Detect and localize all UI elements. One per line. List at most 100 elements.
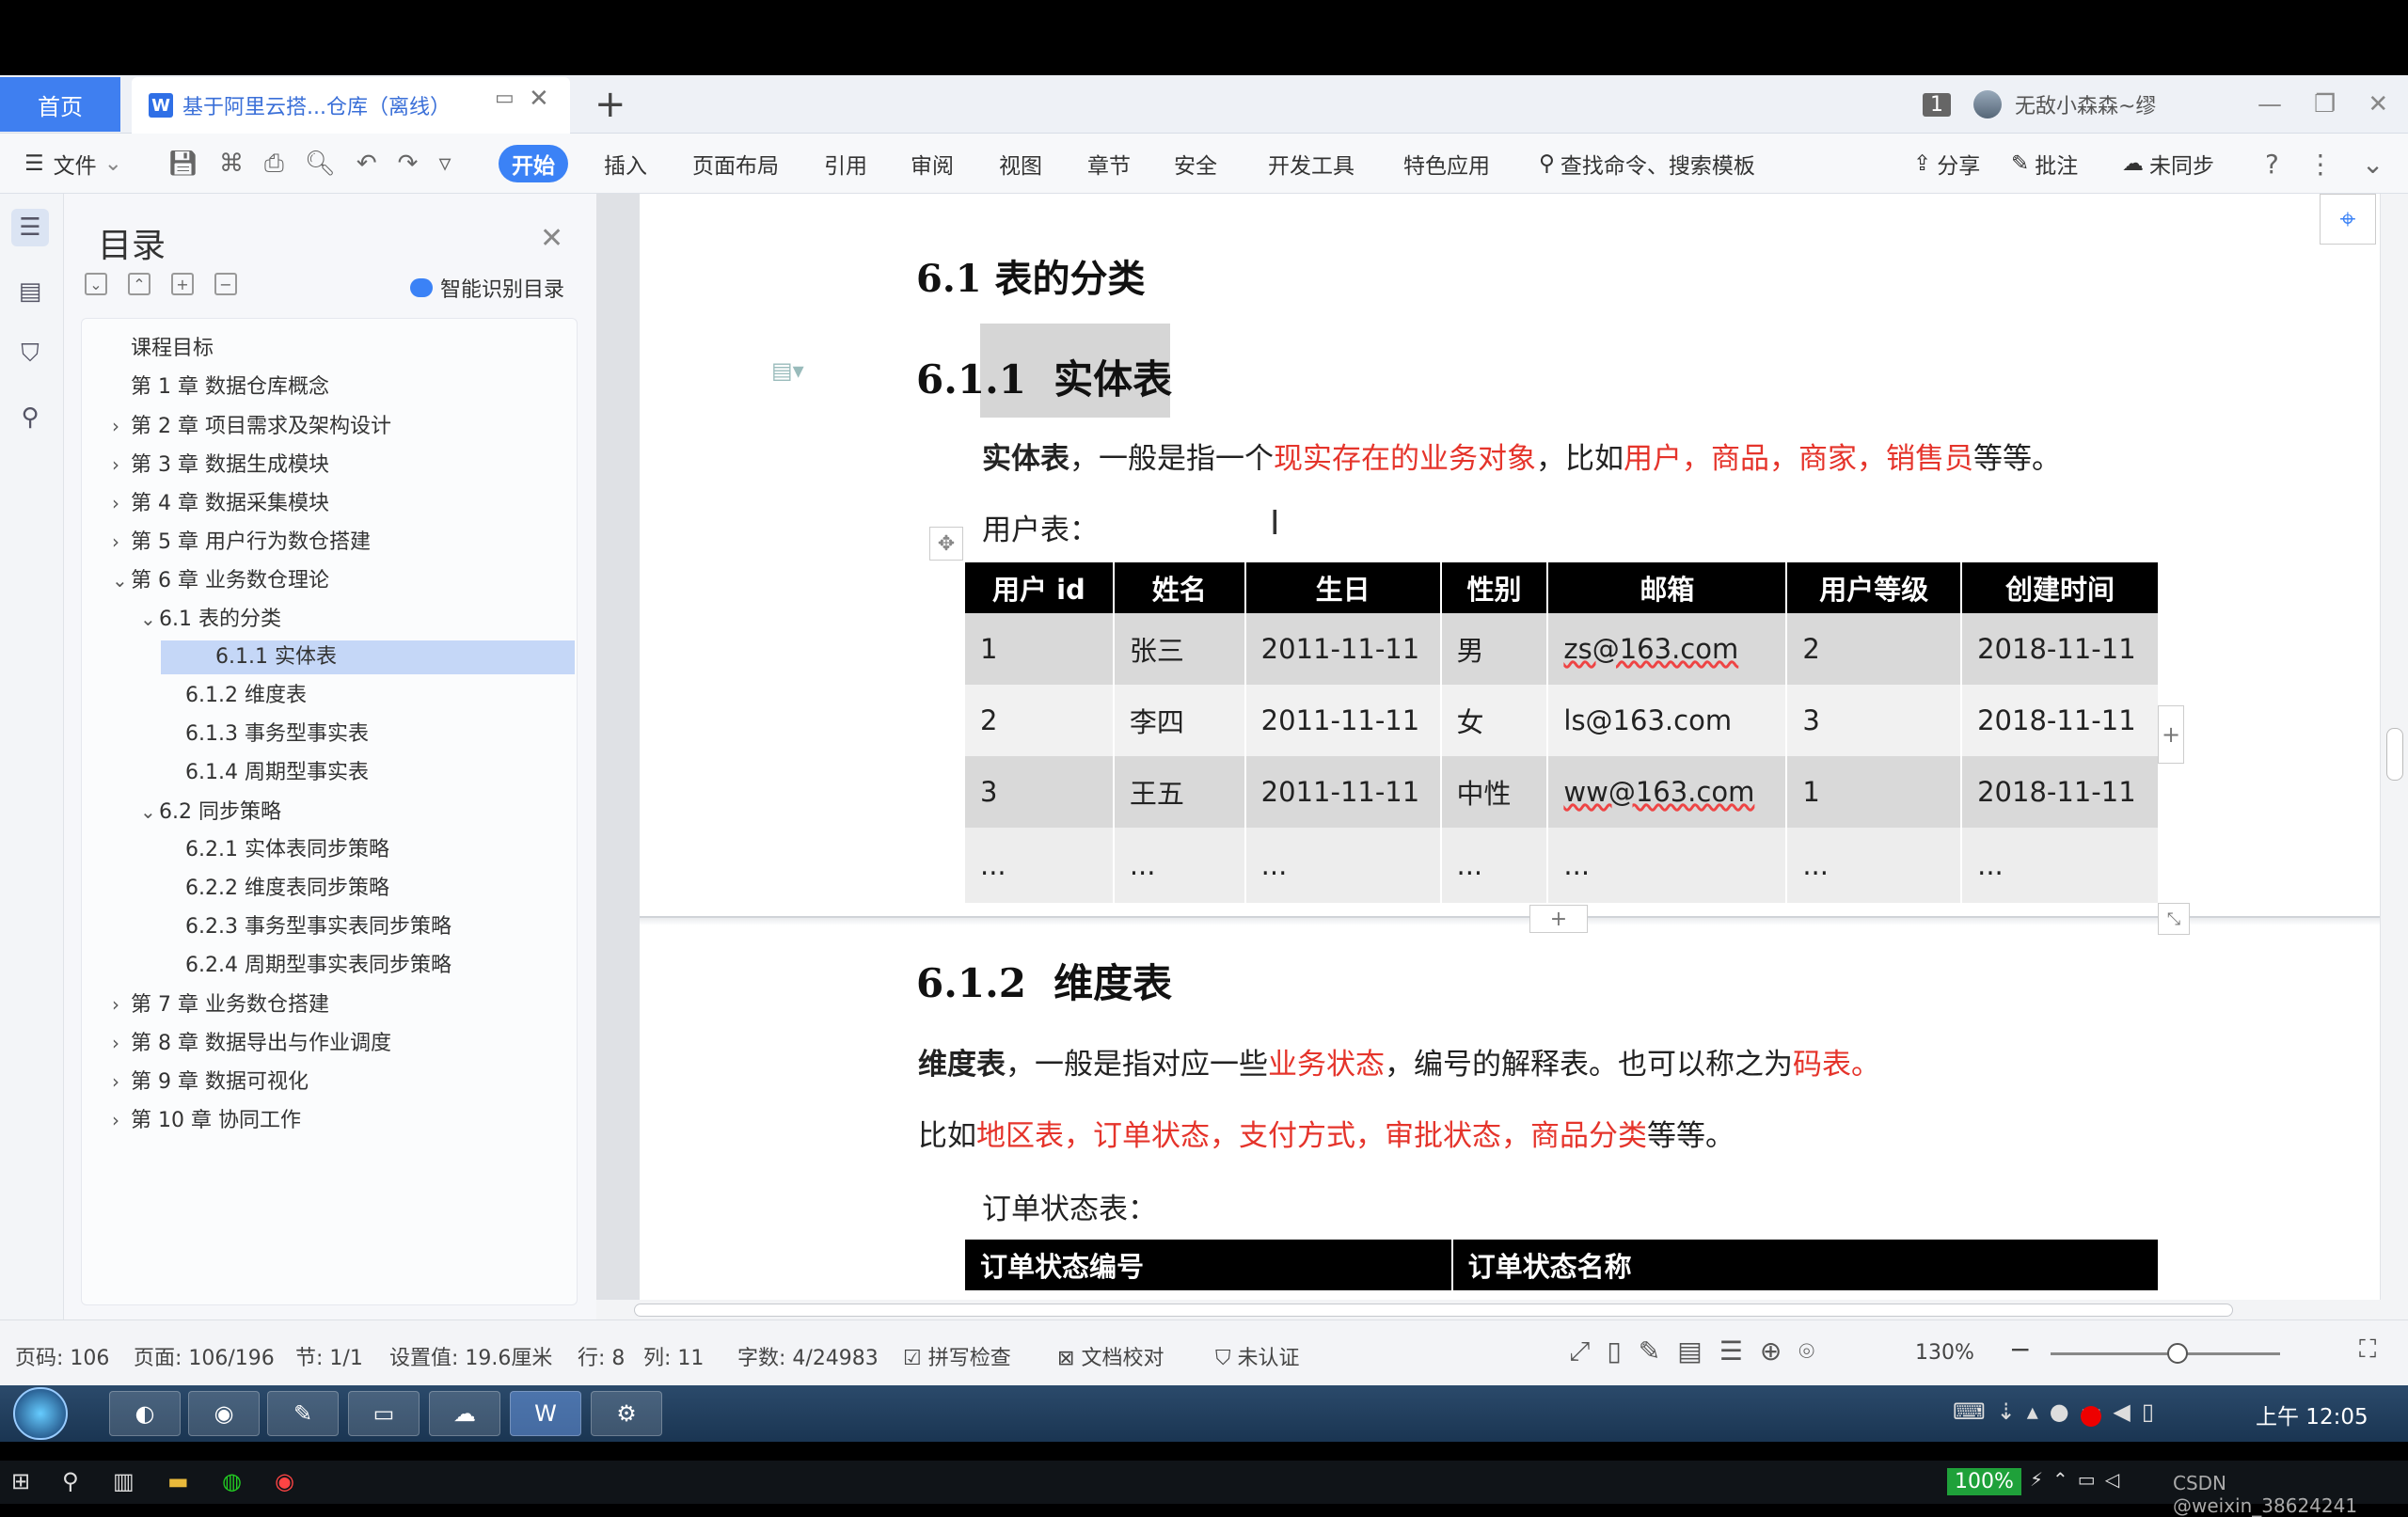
table-cell[interactable]: 3 (1786, 685, 1963, 756)
bookmark-icon[interactable]: ⛉ (11, 335, 49, 372)
minimize-icon[interactable]: — (2258, 90, 2282, 119)
paragraph-handle-icon[interactable]: ▤▾ (771, 357, 804, 384)
toc-item[interactable]: 第 1 章 数据仓库概念 (112, 371, 329, 404)
tab-special[interactable]: 特色应用 (1403, 145, 1490, 182)
tab-review[interactable]: 审阅 (911, 145, 954, 182)
view-mode-icons[interactable]: ⤢▯✎▤☰⊕⌾ (1569, 1335, 1831, 1367)
tab-developer[interactable]: 开发工具 (1268, 145, 1354, 182)
page-code[interactable]: 页码: 106 (15, 1341, 109, 1371)
toc-item[interactable]: ⌄ 6.2 同步策略 (140, 795, 281, 829)
expand-all-icon[interactable]: ⌃ (128, 273, 150, 295)
tab-references[interactable]: 引用 (824, 145, 867, 182)
table-cell[interactable]: ... (965, 828, 1115, 903)
toc-item[interactable]: › 第 5 章 用户行为数仓搭建 (112, 525, 371, 559)
table-cell[interactable]: 2 (1786, 613, 1963, 685)
wechat-icon[interactable]: ◍ (222, 1468, 242, 1494)
chevron-right-icon[interactable]: › (112, 448, 131, 482)
fullscreen-icon[interactable]: ⛶ (2359, 1335, 2376, 1365)
tray-icons[interactable]: ⚡⌃▭◁ (2030, 1468, 2129, 1491)
record-icon[interactable] (2081, 1406, 2101, 1427)
toc-item[interactable]: 6.1.1 实体表 (161, 640, 575, 674)
add-column-icon[interactable]: + (2158, 705, 2184, 764)
tab-view[interactable]: 视图 (999, 145, 1042, 182)
more-icon[interactable]: ▿ (438, 150, 451, 178)
file-explorer-icon[interactable]: ▬ (167, 1468, 189, 1494)
table-cell[interactable]: ... (1547, 828, 1788, 903)
table-cell[interactable]: 中性 (1440, 756, 1549, 828)
print-icon[interactable]: ⎙ (264, 150, 284, 179)
chevron-right-icon[interactable]: › (112, 1103, 131, 1137)
more-vertical-icon[interactable]: ⋮ (2307, 149, 2334, 180)
user-avatar[interactable] (1973, 90, 2002, 119)
toc-item[interactable]: › 第 10 章 协同工作 (112, 1103, 301, 1137)
table-cell[interactable]: 3 (965, 756, 1115, 828)
zoom-slider[interactable] (2051, 1352, 2280, 1355)
app-icon[interactable]: ◐ (109, 1391, 181, 1436)
tab-home[interactable]: 首页 (0, 77, 120, 132)
windows-start-icon[interactable]: ⊞ (11, 1468, 30, 1494)
table-cell[interactable]: ... (1113, 828, 1246, 903)
toc-item[interactable]: 6.2.3 事务型事实表同步策略 (166, 910, 452, 944)
share-button[interactable]: ⇪ 分享 (1913, 145, 1980, 182)
pin-icon[interactable]: ▭ (495, 87, 515, 110)
vertical-scrollbar[interactable] (2380, 194, 2408, 1319)
chevron-down-icon[interactable]: ⌄ (112, 563, 131, 597)
table-move-handle-icon[interactable]: ✥ (929, 527, 963, 561)
remove-heading-icon[interactable]: − (214, 273, 237, 295)
task-view-icon[interactable]: ▥ (113, 1468, 135, 1494)
chrome-icon[interactable]: ◉ (188, 1391, 260, 1436)
tab-security[interactable]: 安全 (1174, 145, 1217, 182)
word-count[interactable]: 字数: 4/24983 (737, 1341, 879, 1371)
table-cell[interactable]: ... (1440, 828, 1549, 903)
toc-item[interactable]: 6.1.3 事务型事实表 (166, 718, 369, 751)
toc-item[interactable]: › 第 9 章 数据可视化 (112, 1065, 309, 1098)
resize-table-icon[interactable]: ⤡ (2158, 903, 2190, 935)
table-cell[interactable]: ww@163.com (1547, 756, 1788, 828)
comment-button[interactable]: ✎ 批注 (2011, 145, 2078, 182)
help-icon[interactable]: ? (2265, 149, 2279, 180)
restore-icon[interactable]: ❐ (2314, 90, 2336, 119)
table-cell[interactable]: 2018-11-11 (1961, 685, 2160, 756)
wps-taskbar-icon[interactable]: W (510, 1391, 581, 1436)
toc-item[interactable]: 6.1.4 周期型事实表 (166, 756, 369, 790)
chrome-icon[interactable]: ◉ (275, 1468, 294, 1494)
toc-item[interactable]: 6.2.2 维度表同步策略 (166, 872, 389, 906)
document-page[interactable]: 6.1 表的分类 ▤▾ 6.1.1 实体表 实体表，一般是指一个现实存在的业务对… (640, 194, 2380, 1304)
format-painter-icon[interactable]: ⌘ (219, 150, 244, 178)
tab-insert[interactable]: 插入 (604, 145, 647, 182)
search-icon[interactable]: ⚲ (62, 1468, 79, 1494)
table-cell[interactable]: zs@163.com (1547, 613, 1788, 685)
chat-icon[interactable]: ☁ (429, 1391, 500, 1436)
user-name[interactable]: 无敌小森森~缪 (2015, 89, 2156, 119)
auth-button[interactable]: ⛉ 未认证 (1215, 1341, 1300, 1371)
spell-check-button[interactable]: ☑ 拼写检查 (903, 1341, 1011, 1371)
toc-item[interactable]: ⌄ 6.1 表的分类 (140, 602, 281, 636)
table-cell[interactable]: 2011-11-11 (1244, 613, 1442, 685)
smart-toc-button[interactable]: 智能识别目录 (410, 273, 564, 303)
table-cell[interactable]: ... (1961, 828, 2160, 903)
table-cell[interactable]: 1 (1786, 756, 1963, 828)
table-cell[interactable]: ... (1244, 828, 1442, 903)
chevron-right-icon[interactable]: › (112, 486, 131, 520)
redo-icon[interactable]: ↷ (398, 150, 419, 178)
clock[interactable]: 上午 12:05 (2256, 1398, 2368, 1430)
table-cell[interactable]: 2018-11-11 (1961, 756, 2160, 828)
zoom-out-icon[interactable]: − (2009, 1334, 2031, 1365)
battery-level[interactable]: 100% (1947, 1468, 2021, 1495)
toc-item[interactable]: 6.2.4 周期型事实表同步策略 (166, 949, 452, 983)
file-menu[interactable]: ☰ 文件 ⌄ (24, 145, 122, 182)
close-tab-icon[interactable]: ✕ (529, 85, 549, 113)
save-icon[interactable]: 💾︎ (167, 150, 198, 178)
table-cell[interactable]: 男 (1440, 613, 1549, 685)
toc-item[interactable]: › 第 7 章 业务数仓搭建 (112, 988, 329, 1021)
table-cell[interactable]: 2 (965, 685, 1115, 756)
scroll-thumb[interactable] (2386, 728, 2403, 781)
command-search[interactable]: ⚲ 查找命令、搜索模板 (1539, 145, 1755, 182)
zoom-slider-handle[interactable] (2167, 1343, 2188, 1364)
table-cell[interactable]: ... (1786, 828, 1963, 903)
new-tab-button[interactable]: + (594, 83, 626, 126)
find-icon[interactable]: ⚲ (11, 399, 49, 436)
toc-item[interactable]: › 第 3 章 数据生成模块 (112, 448, 329, 482)
collapse-all-icon[interactable]: ⌄ (85, 273, 107, 295)
scroll-thumb[interactable] (634, 1304, 2233, 1317)
